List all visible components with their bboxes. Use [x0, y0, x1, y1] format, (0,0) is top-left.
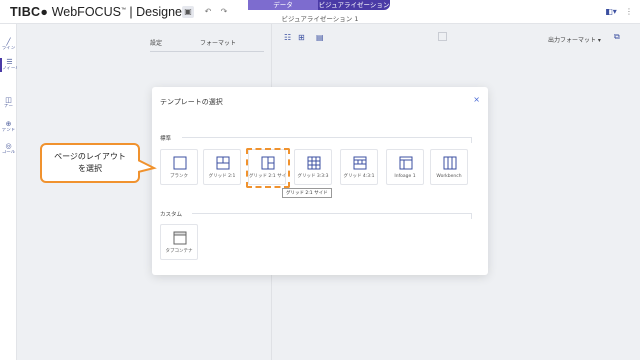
add-item-icon[interactable]: ☷	[284, 33, 291, 42]
section-divider	[192, 213, 472, 219]
tab-container-icon	[173, 231, 187, 245]
add-page-icon[interactable]: ▤	[316, 33, 324, 42]
panel-toggle-icon[interactable]: ◧▾	[604, 6, 618, 18]
blank-layout-icon	[173, 156, 187, 170]
rail-item-line[interactable]: ╱ ライン	[0, 38, 17, 52]
rail-item-label: フィールド	[2, 66, 17, 71]
grid-3-3-3-icon	[307, 156, 321, 170]
brand-tibco: TIBC●	[10, 5, 49, 19]
rail-item-label: テンド	[1, 128, 16, 133]
template-label: グリッド 4:3:1	[343, 174, 375, 179]
document-title: ビジュアライゼーション 1	[281, 15, 359, 23]
tab-settings[interactable]: 設定	[150, 38, 162, 47]
left-rail: ╱ ライン ☰ フィールド ◫ ナー ⊕ テンド ◎ コール	[0, 24, 17, 360]
template-dialog: テンプレートの選択 × 標準 ブランク グリッド 2:1 グリッド 2:1 サイ…	[152, 87, 488, 275]
undo-icon[interactable]: ↶	[202, 6, 214, 18]
template-workbench[interactable]: Workbench	[430, 149, 468, 185]
tab-data[interactable]: データ	[248, 0, 318, 10]
template-label: ブランク	[170, 174, 188, 179]
share-icon[interactable]: ⧉	[614, 32, 620, 42]
top-bar: TIBC● WebFOCUS™ | Designer ▣ ↶ ↷ データ ビジュ…	[0, 0, 640, 24]
tab-format[interactable]: フォーマット	[200, 38, 236, 47]
panel-divider	[150, 51, 264, 52]
callout-pointer	[138, 159, 157, 173]
dialog-title: テンプレートの選択	[160, 98, 223, 106]
grid-4-3-1-icon	[353, 156, 367, 170]
rail-item-label: コール	[1, 150, 16, 155]
template-blank[interactable]: ブランク	[160, 149, 198, 185]
line-icon: ╱	[6, 38, 11, 46]
section-standard-label: 標準	[160, 136, 172, 142]
instruction-callout: ページのレイアウト を選択	[40, 143, 140, 183]
template-label: Infoage 1	[394, 174, 416, 179]
callout-text: ページのレイアウト を選択	[42, 151, 138, 175]
list-icon: ☰	[6, 58, 13, 66]
control-icon: ◎	[5, 142, 12, 150]
grid-2-1-icon	[216, 156, 230, 170]
save-icon[interactable]: ▣	[182, 6, 194, 18]
layer-icon: ◫	[5, 96, 12, 104]
template-grid-2-1[interactable]: グリッド 2:1	[203, 149, 241, 185]
template-label: グリッド 3:3:3	[297, 174, 329, 179]
mode-tabs: データ ビジュアライゼーション	[248, 0, 390, 10]
more-icon[interactable]: ⋮	[624, 6, 634, 18]
rail-item-control[interactable]: ◎ コール	[0, 142, 17, 156]
rail-item-label: ライン	[1, 46, 16, 51]
section-divider	[182, 137, 472, 143]
rail-item-layer[interactable]: ◫ ナー	[0, 96, 17, 110]
template-label: タブコンテナ	[165, 249, 193, 254]
callout-line-2: を選択	[78, 164, 102, 173]
rail-item-label: ナー	[4, 104, 13, 109]
rail-item-fields[interactable]: ☰ フィールド	[0, 58, 17, 72]
workbench-icon	[443, 156, 457, 170]
redo-icon[interactable]: ↷	[218, 6, 230, 18]
template-infopage[interactable]: Infoage 1	[386, 149, 424, 185]
add-chart-icon[interactable]: ⊞	[298, 33, 305, 42]
canvas-frame-icon[interactable]	[438, 32, 447, 41]
app-brand: TIBC● WebFOCUS™ | Designer	[10, 5, 187, 19]
template-tab-container[interactable]: タブコンテナ	[160, 224, 198, 260]
template-grid-3-3-3[interactable]: グリッド 3:3:3	[294, 149, 332, 185]
section-custom-label: カスタム	[160, 212, 183, 218]
template-label: Workbench	[436, 174, 462, 179]
template-tooltip: グリッド 2:1 サイド	[282, 188, 332, 198]
template-grid-4-3-1[interactable]: グリッド 4:3:1	[340, 149, 378, 185]
extend-icon: ⊕	[5, 120, 12, 128]
selection-highlight	[246, 148, 290, 188]
rail-item-extend[interactable]: ⊕ テンド	[0, 120, 17, 134]
tab-visualization[interactable]: ビジュアライゼーション	[318, 0, 390, 10]
template-label: グリッド 2:1	[208, 174, 236, 179]
brand-designer: | Designer	[129, 5, 187, 19]
infopage-icon	[399, 156, 413, 170]
output-format-dropdown[interactable]: 出力フォーマット ▾	[548, 35, 601, 44]
brand-product: WebFOCUS	[51, 5, 121, 19]
close-icon[interactable]: ×	[473, 95, 480, 104]
callout-line-1: ページのレイアウト	[54, 152, 126, 161]
